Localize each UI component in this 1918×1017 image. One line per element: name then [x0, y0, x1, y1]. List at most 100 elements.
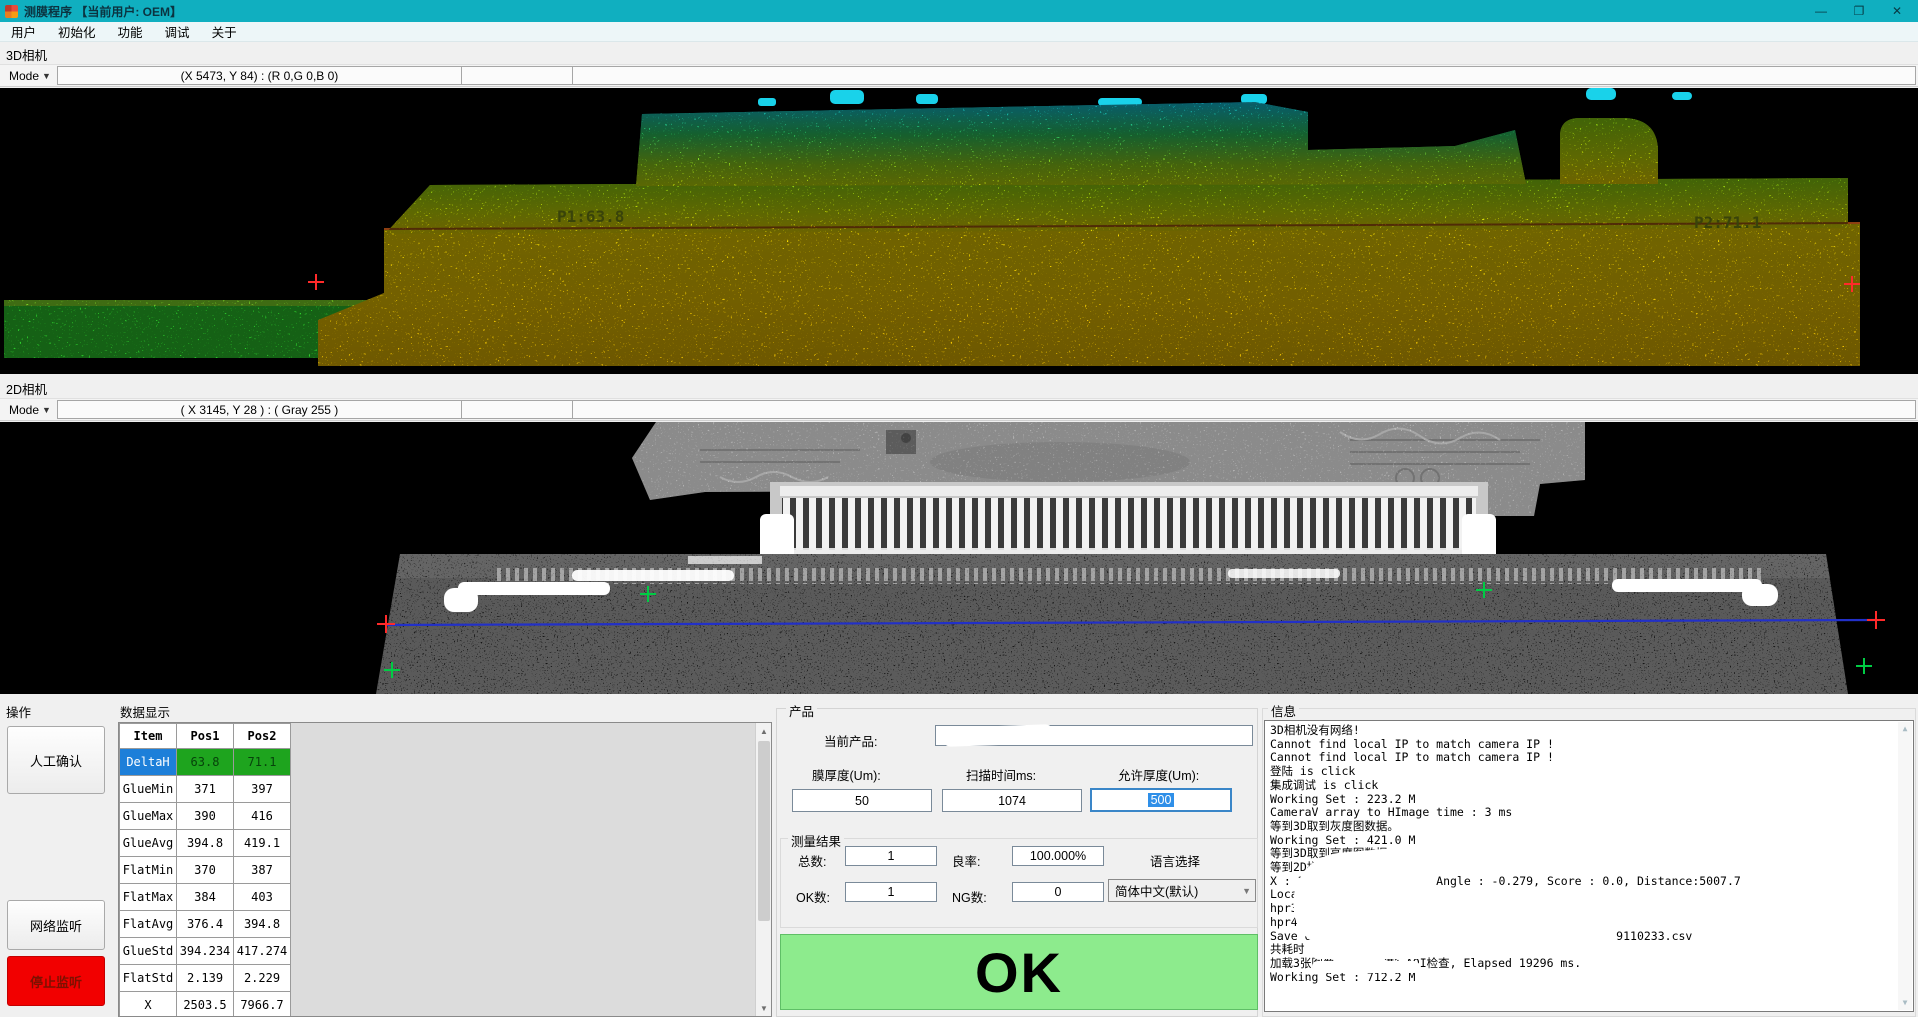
log-line: 等到3D取到灰度图数据。 [1270, 820, 1909, 834]
table-scrollbar[interactable]: ▲ ▼ [755, 723, 771, 1016]
cell-value: 71.1 [234, 749, 291, 776]
result-label: 测量结果 [788, 831, 844, 850]
cell-item: FlatStd [120, 965, 177, 992]
data-display-label: 数据显示 [120, 702, 170, 721]
cell-value: 63.8 [177, 749, 234, 776]
table-header-cell: Item [120, 724, 177, 749]
menu-item-2[interactable]: 初始化 [47, 22, 107, 42]
table-row[interactable]: GlueMin371397 [120, 776, 291, 803]
data-table: ItemPos1Pos2 DeltaH63.871.1GlueMin371397… [119, 723, 291, 1017]
log-line: Cannot find local IP to match camera IP … [1270, 751, 1909, 765]
log-scrollbar[interactable]: ▲ ▼ [1898, 722, 1912, 1010]
table-row[interactable]: GlueStd394.234417.274 [120, 938, 291, 965]
log-line: Working Set : 421.0 M [1270, 834, 1909, 848]
cell-value: 394.8 [177, 830, 234, 857]
ng-count-label: NG数: [952, 887, 987, 906]
menu-item-1[interactable]: 用户 [0, 22, 47, 42]
total-label: 总数: [798, 851, 826, 870]
yield-label: 良率: [952, 851, 980, 870]
language-select-value: 简体中文(默认) [1115, 881, 1198, 900]
total-input[interactable]: 1 [845, 846, 937, 866]
scan-time-input[interactable]: 1074 [942, 789, 1082, 812]
pixel-status-3d: (X 5473, Y 84) : (R 0,G 0,B 0) [57, 66, 462, 85]
window-controls: — ❐ ✕ [1802, 0, 1916, 22]
close-button[interactable]: ✕ [1878, 0, 1916, 22]
camera2d-modebar: Mode ▼ ( X 3145, Y 28 ) : ( Gray 255 ) [0, 398, 1918, 421]
menu-item-3[interactable]: 功能 [107, 22, 154, 42]
cell-value: 394.8 [234, 911, 291, 938]
language-label: 语言选择 [1150, 851, 1200, 870]
cell-value: 416 [234, 803, 291, 830]
camera3d-view[interactable]: P1:63.8 P2:71.1 [0, 88, 1918, 374]
cell-value: 417.274 [234, 938, 291, 965]
app-window: 测膜程序 【当前用户: OEM】 — ❐ ✕ 用户初始化功能调试关于 3D相机 … [0, 0, 1918, 1017]
table-row[interactable]: FlatAvg376.4394.8 [120, 911, 291, 938]
table-row[interactable]: X2503.57966.7 [120, 992, 291, 1017]
camera2d-view[interactable] [0, 422, 1918, 694]
cell-value: 390 [177, 803, 234, 830]
log-line: 登陆 is click [1270, 765, 1909, 779]
mode-dropdown-3d[interactable]: Mode ▼ [2, 65, 58, 86]
title-bar: 测膜程序 【当前用户: OEM】 — ❐ ✕ [0, 0, 1918, 22]
ng-count-input[interactable]: 0 [1012, 882, 1104, 902]
data-table-container: ItemPos1Pos2 DeltaH63.871.1GlueMin371397… [118, 722, 772, 1017]
table-header-row: ItemPos1Pos2 [120, 724, 291, 749]
operation-label: 操作 [6, 702, 31, 721]
film-thickness-input[interactable]: 50 [792, 789, 932, 812]
table-row[interactable]: FlatMin370387 [120, 857, 291, 884]
product-label: 产品 [786, 701, 817, 720]
camera3d-label: 3D相机 [6, 45, 47, 64]
pixel-status-2d: ( X 3145, Y 28 ) : ( Gray 255 ) [57, 400, 462, 419]
cell-value: 2.139 [177, 965, 234, 992]
minimize-button[interactable]: — [1802, 0, 1840, 22]
menu-item-4[interactable]: 调试 [154, 22, 201, 42]
cell-value: 2.229 [234, 965, 291, 992]
table-row[interactable]: DeltaH63.871.1 [120, 749, 291, 776]
cell-item: FlatMin [120, 857, 177, 884]
window-title: 测膜程序 【当前用户: OEM】 [24, 3, 182, 20]
scroll-up-icon[interactable]: ▲ [756, 723, 772, 739]
network-listen-button[interactable]: 网络监听 [7, 900, 105, 950]
cell-value: 2503.5 [177, 992, 234, 1017]
result-status-panel: OK [780, 934, 1258, 1010]
mode-label: Mode [9, 69, 39, 83]
allow-thickness-label: 允许厚度(Um): [1118, 765, 1199, 784]
allow-thickness-input[interactable]: 500 [1090, 788, 1232, 812]
cell-value: 384 [177, 884, 234, 911]
cell-item: X [120, 992, 177, 1017]
table-row[interactable]: FlatStd2.1392.229 [120, 965, 291, 992]
cell-value: 387 [234, 857, 291, 884]
camera3d-modebar: Mode ▼ (X 5473, Y 84) : (R 0,G 0,B 0) [0, 64, 1918, 87]
cell-value: 7966.7 [234, 992, 291, 1017]
table-row[interactable]: GlueAvg394.8419.1 [120, 830, 291, 857]
scroll-up-icon[interactable]: ▲ [1898, 722, 1912, 736]
scan-time-label: 扫描时间ms: [966, 765, 1036, 784]
log-line: Cannot find local IP to match camera IP … [1270, 738, 1909, 752]
scrollbar-thumb[interactable] [758, 741, 770, 921]
maximize-button[interactable]: ❐ [1840, 0, 1878, 22]
manual-confirm-button[interactable]: 人工确认 [7, 726, 105, 794]
yield-input[interactable]: 100.000% [1012, 846, 1104, 866]
heightmap-image: P1:63.8 P2:71.1 [0, 88, 1918, 374]
table-header-cell: Pos2 [234, 724, 291, 749]
language-select[interactable]: 简体中文(默认) ▼ [1108, 879, 1256, 902]
info-label: 信息 [1268, 701, 1299, 720]
status-segment-3d [461, 66, 573, 85]
ok-count-input[interactable]: 1 [845, 882, 937, 902]
table-row[interactable]: FlatMax384403 [120, 884, 291, 911]
stop-listen-button[interactable]: 停止监听 [7, 956, 105, 1006]
scroll-down-icon[interactable]: ▼ [756, 1000, 772, 1016]
p2-measurement-label: P2:71.1 [1694, 213, 1761, 232]
log-line: 3D相机没有网络! [1270, 724, 1909, 738]
cell-item: FlatMax [120, 884, 177, 911]
cell-item: GlueStd [120, 938, 177, 965]
table-row[interactable]: GlueMax390416 [120, 803, 291, 830]
mode-label: Mode [9, 403, 39, 417]
cell-item: GlueMax [120, 803, 177, 830]
camera2d-label: 2D相机 [6, 379, 47, 398]
mode-dropdown-2d[interactable]: Mode ▼ [2, 399, 58, 420]
scroll-down-icon[interactable]: ▼ [1898, 996, 1912, 1010]
cell-value: 403 [234, 884, 291, 911]
cell-item: DeltaH [120, 749, 177, 776]
menu-item-5[interactable]: 关于 [201, 22, 248, 42]
